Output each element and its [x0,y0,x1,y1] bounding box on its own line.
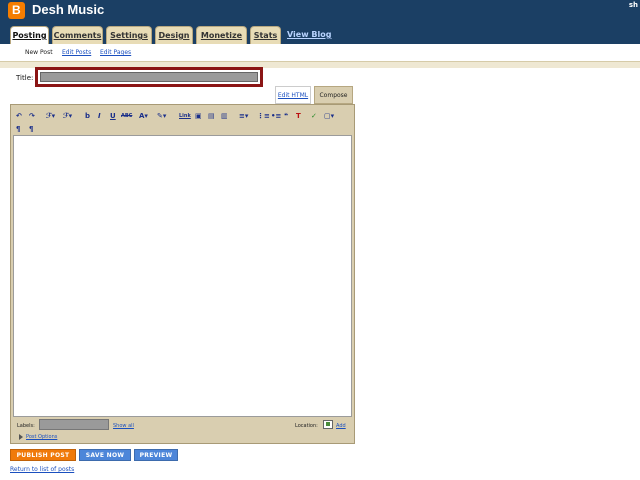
highlight-color-icon[interactable]: ✎▾ [157,111,166,121]
post-body-editor[interactable] [13,135,352,417]
font-family-icon[interactable]: ℱ▾ [46,111,55,121]
redo-icon[interactable]: ↷ [29,111,35,121]
labels-label: Labels: [17,423,35,429]
show-all-labels-link[interactable]: Show all [113,423,134,429]
jump-break-icon[interactable]: ▥ [221,111,228,121]
location-label: Location: [295,423,318,429]
numbered-list-icon[interactable]: ⋮≡ [257,111,270,121]
undo-icon[interactable]: ↶ [16,111,22,121]
posting-subnav: New Post Edit Posts Edit Pages [0,44,640,62]
blog-title: Desh Music [32,2,105,17]
publish-post-button[interactable]: PUBLISH POST [10,449,76,461]
save-now-button[interactable]: SAVE NOW [79,449,131,461]
map-location-icon[interactable] [323,420,333,429]
text-color-icon[interactable]: A▾ [139,111,148,121]
tab-comments[interactable]: Comments [52,26,103,44]
tab-settings[interactable]: Settings [106,26,152,44]
link-icon[interactable]: Link [179,111,191,121]
right-to-left-icon[interactable]: ¶ [29,124,33,134]
bulleted-list-icon[interactable]: •≡ [271,111,281,121]
labels-input[interactable] [39,419,109,430]
return-to-posts-link[interactable]: Return to list of posts [10,466,74,473]
tab-stats[interactable]: Stats [250,26,281,44]
tab-design[interactable]: Design [155,26,193,44]
strikethrough-icon[interactable]: ABC [121,111,132,121]
subtab-edit-posts[interactable]: Edit Posts [62,49,91,56]
editor-toolbar: ↶ ↷ ℱ▾ ℱ▾ b I U ABC A▾ ✎▾ Link ▣ ▤ ▥ ≡▾ … [13,107,352,135]
alignment-icon[interactable]: ≡▾ [239,111,248,121]
post-editor: ↶ ↷ ℱ▾ ℱ▾ b I U ABC A▾ ✎▾ Link ▣ ▤ ▥ ≡▾ … [10,104,355,444]
left-to-right-icon[interactable]: ¶ [16,124,20,134]
top-header: B Desh Music sh Posting Comments Setting… [0,0,640,44]
more-options-icon[interactable]: ▢▾ [324,111,334,121]
spell-check-icon[interactable]: ✓ [311,111,317,121]
bold-icon[interactable]: b [85,111,90,121]
title-label: Title: [16,74,34,82]
add-location-link[interactable]: Add [336,423,346,429]
user-corner-text: sh [628,1,638,9]
insert-image-icon[interactable]: ▣ [195,111,202,121]
post-options-toggle[interactable]: Post Options [19,434,57,441]
expand-triangle-icon [19,434,23,440]
view-blog-link[interactable]: View Blog [287,30,331,39]
remove-formatting-icon[interactable]: T [296,111,301,121]
edit-html-tab[interactable]: Edit HTML [275,86,311,104]
italic-icon[interactable]: I [98,111,101,121]
subtab-edit-pages[interactable]: Edit Pages [100,49,131,56]
underline-icon[interactable]: U [110,111,116,121]
subtab-new-post[interactable]: New Post [25,49,53,56]
blogger-logo-icon[interactable]: B [8,2,25,19]
preview-button[interactable]: PREVIEW [134,449,178,461]
font-size-icon[interactable]: ℱ▾ [63,111,72,121]
title-input[interactable] [40,72,258,82]
compose-tab[interactable]: Compose [314,86,353,104]
title-field-highlight [35,67,263,87]
blockquote-icon[interactable]: ❝ [284,111,288,121]
post-options-label: Post Options [26,434,58,440]
tab-monetize[interactable]: Monetize [196,26,247,44]
insert-video-icon[interactable]: ▤ [208,111,215,121]
tab-posting[interactable]: Posting [10,26,49,44]
